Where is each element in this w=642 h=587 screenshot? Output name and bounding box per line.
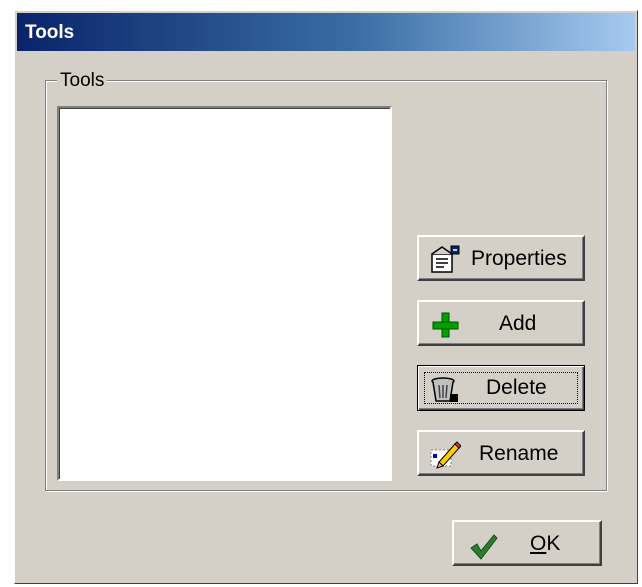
ok-mnemonic: O — [530, 532, 547, 555]
add-button[interactable]: Add — [417, 300, 585, 346]
green-plus-icon — [429, 310, 461, 340]
tools-groupbox-legend: Tools — [57, 70, 108, 92]
ok-button-label: OK — [530, 532, 560, 556]
add-button-label: Add — [499, 312, 537, 335]
pencil-icon — [429, 440, 462, 470]
title-bar[interactable]: Tools — [17, 13, 635, 51]
rename-button-label: Rename — [479, 442, 559, 465]
tools-dialog: Tools Tools Properties Add Delete Rename… — [14, 10, 638, 584]
ok-label-rest: K — [546, 532, 561, 555]
ok-button[interactable]: OK — [452, 520, 602, 566]
rename-button[interactable]: Rename — [417, 430, 585, 476]
properties-button[interactable]: Properties — [417, 235, 585, 281]
tools-listbox[interactable] — [57, 106, 392, 481]
properties-icon — [429, 245, 461, 275]
delete-button[interactable]: Delete — [417, 365, 585, 411]
window-title: Tools — [25, 22, 75, 43]
properties-button-label: Properties — [471, 247, 567, 270]
delete-button-label: Delete — [486, 376, 547, 399]
green-checkmark-icon — [468, 532, 500, 562]
trash-can-icon — [428, 374, 460, 404]
